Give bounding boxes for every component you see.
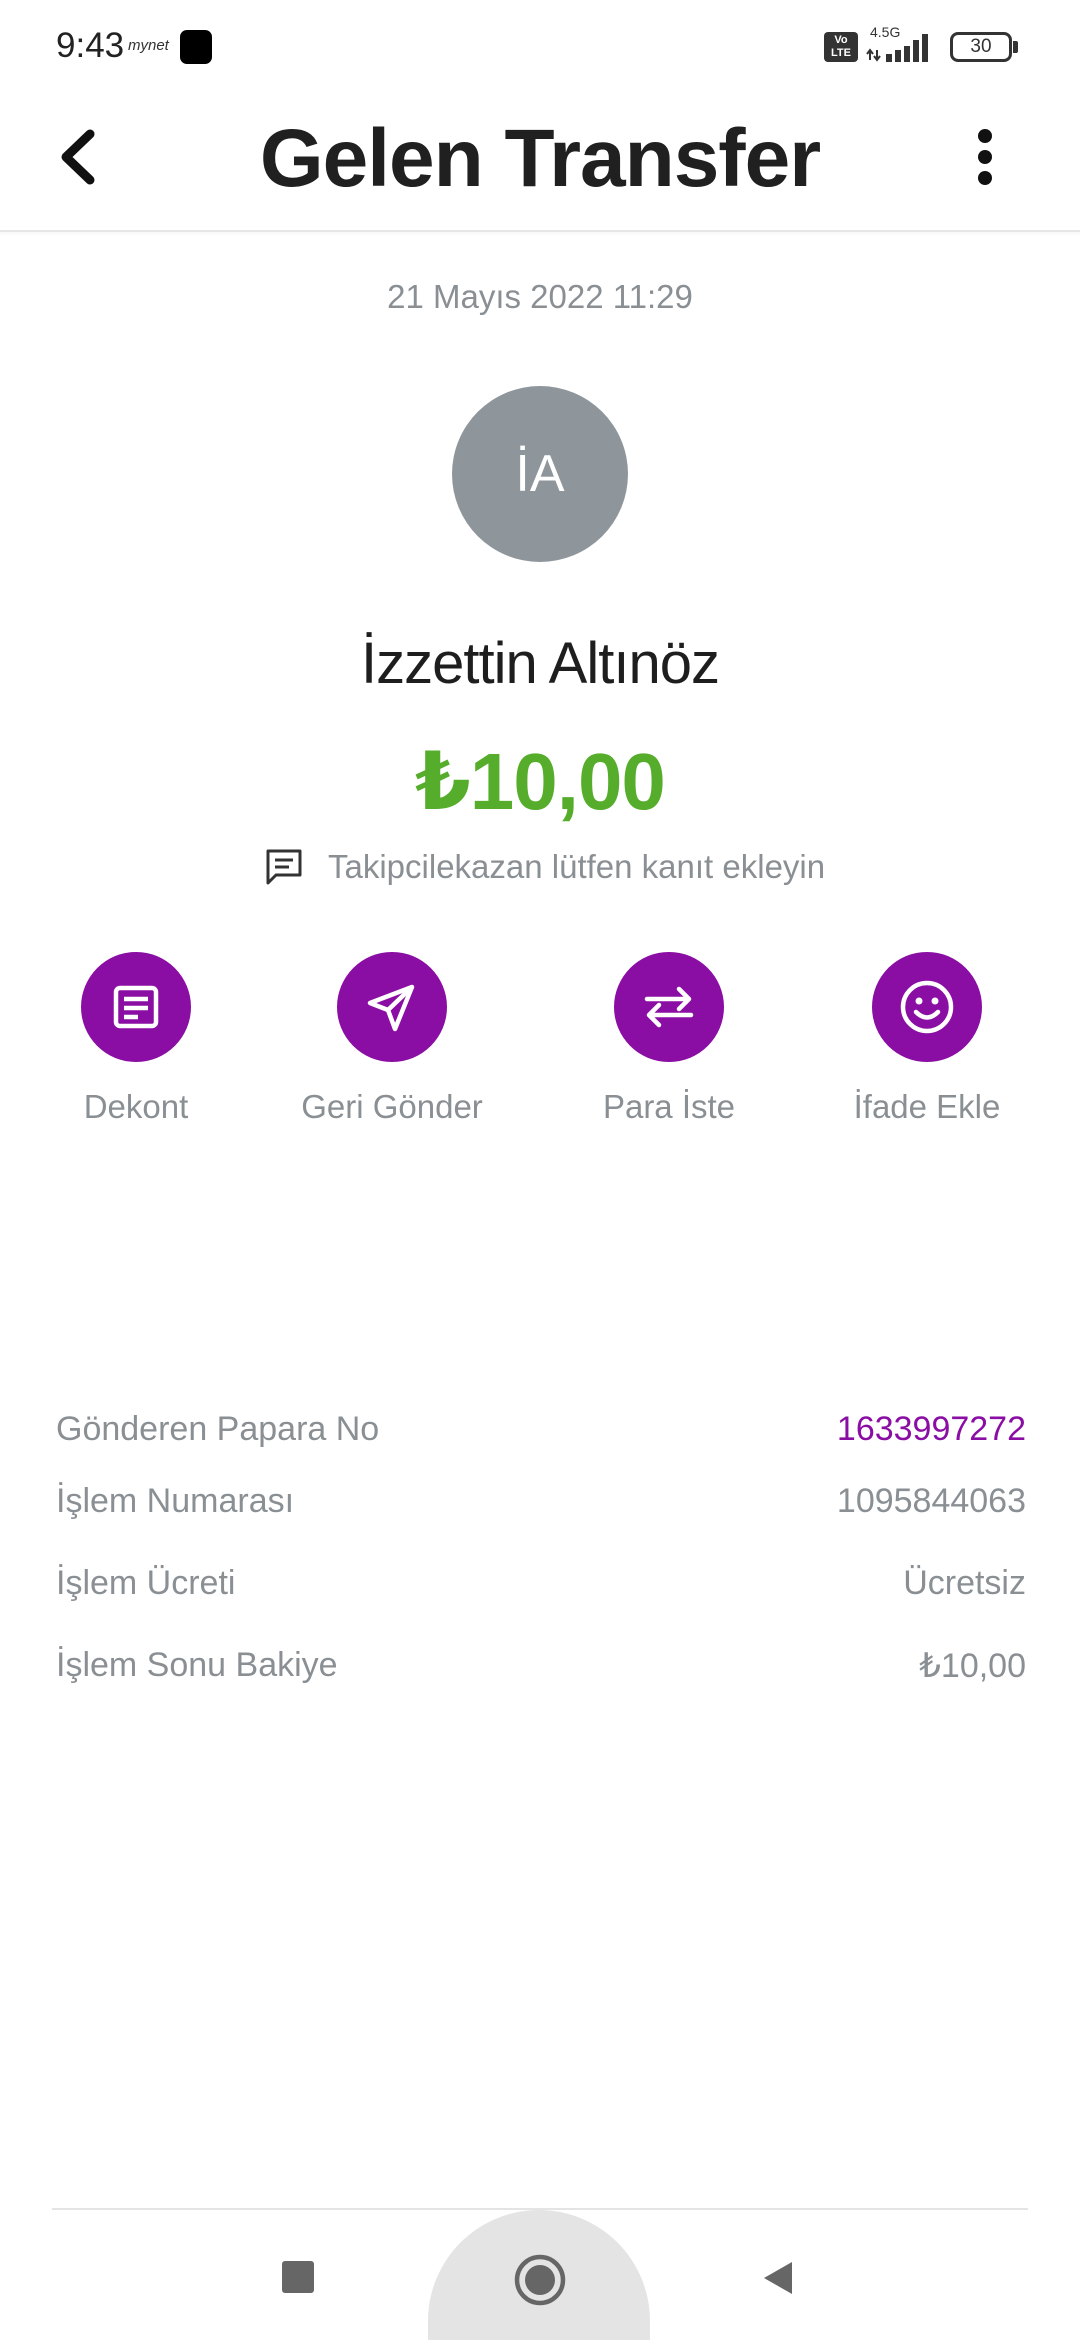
message-icon	[266, 849, 302, 885]
transfer-note: Takipcilekazan lütfen kanıt ekleyin	[264, 842, 825, 892]
add-reaction-label: İfade Ekle	[853, 1088, 1001, 1125]
add-reaction-button-circle[interactable]	[872, 952, 982, 1062]
sender-name: İzzettin Altınöz	[361, 631, 720, 696]
app-header: Gelen Transfer	[0, 92, 1080, 232]
volte-icon: Vo LTE	[824, 32, 858, 62]
detail-label: İşlem Ücreti	[56, 1564, 236, 1602]
battery-tip	[1013, 41, 1018, 53]
request-money-label: Para İste	[602, 1088, 736, 1125]
app-notification-icon	[180, 30, 212, 64]
send-back-label: Geri Gönder	[301, 1088, 483, 1125]
receipt-icon	[113, 985, 159, 1029]
more-options-button[interactable]	[960, 122, 1010, 192]
request-money-button-circle[interactable]	[614, 952, 724, 1062]
action-row: Dekont Geri Gönder Para İste İfade Ekle	[0, 952, 1080, 1142]
transfer-details: Gönderen Papara No 1633997272 İşlem Numa…	[56, 1410, 1026, 1728]
detail-label: Gönderen Papara No	[56, 1410, 380, 1448]
status-bar: 9:43 mynet Vo LTE 4.5G 30	[0, 0, 1080, 92]
transaction-fee: Ücretsiz	[903, 1564, 1026, 1602]
send-back-button[interactable]: Geri Gönder	[262, 952, 522, 1126]
balance-after-transaction: ₺10,00	[919, 1647, 1026, 1685]
page-title: Gelen Transfer	[259, 113, 821, 204]
detail-label: İşlem Sonu Bakiye	[56, 1646, 338, 1684]
more-vertical-icon	[978, 129, 992, 185]
send-icon	[367, 984, 415, 1032]
detail-row: İşlem Sonu Bakiye ₺10,00	[56, 1646, 1026, 1686]
detail-row: İşlem Numarası 1095844063	[56, 1482, 1026, 1522]
status-brand: mynet	[128, 37, 169, 54]
transfer-date: 21 Mayıs 2022 11:29	[387, 278, 693, 315]
recents-icon[interactable]	[279, 2258, 317, 2296]
home-icon[interactable]	[512, 2252, 568, 2308]
sender-papara-number[interactable]: 1633997272	[837, 1410, 1026, 1449]
avatar: İA	[452, 386, 628, 562]
receipt-label: Dekont	[83, 1088, 189, 1125]
status-time: 9:43	[56, 26, 125, 65]
add-reaction-button[interactable]: İfade Ekle	[797, 952, 1057, 1126]
send-back-button-circle[interactable]	[337, 952, 447, 1062]
system-nav-bar	[0, 2208, 1080, 2340]
detail-row: Gönderen Papara No 1633997272	[56, 1410, 1026, 1450]
request-money-button[interactable]: Para İste	[539, 952, 799, 1126]
transfer-amount: ₺10,00	[415, 737, 666, 826]
transaction-number: 1095844063	[836, 1482, 1026, 1520]
detail-label: İşlem Numarası	[56, 1482, 295, 1520]
smiley-icon	[900, 980, 954, 1034]
receipt-button[interactable]: Dekont	[6, 952, 266, 1126]
receipt-button-circle[interactable]	[81, 952, 191, 1062]
detail-row: İşlem Ücreti Ücretsiz	[56, 1564, 1026, 1604]
battery-icon: 30	[950, 32, 1012, 62]
swap-icon	[644, 986, 694, 1028]
back-triangle-icon[interactable]	[758, 2258, 798, 2298]
note-text: Takipcilekazan lütfen kanıt ekleyin	[328, 848, 826, 885]
